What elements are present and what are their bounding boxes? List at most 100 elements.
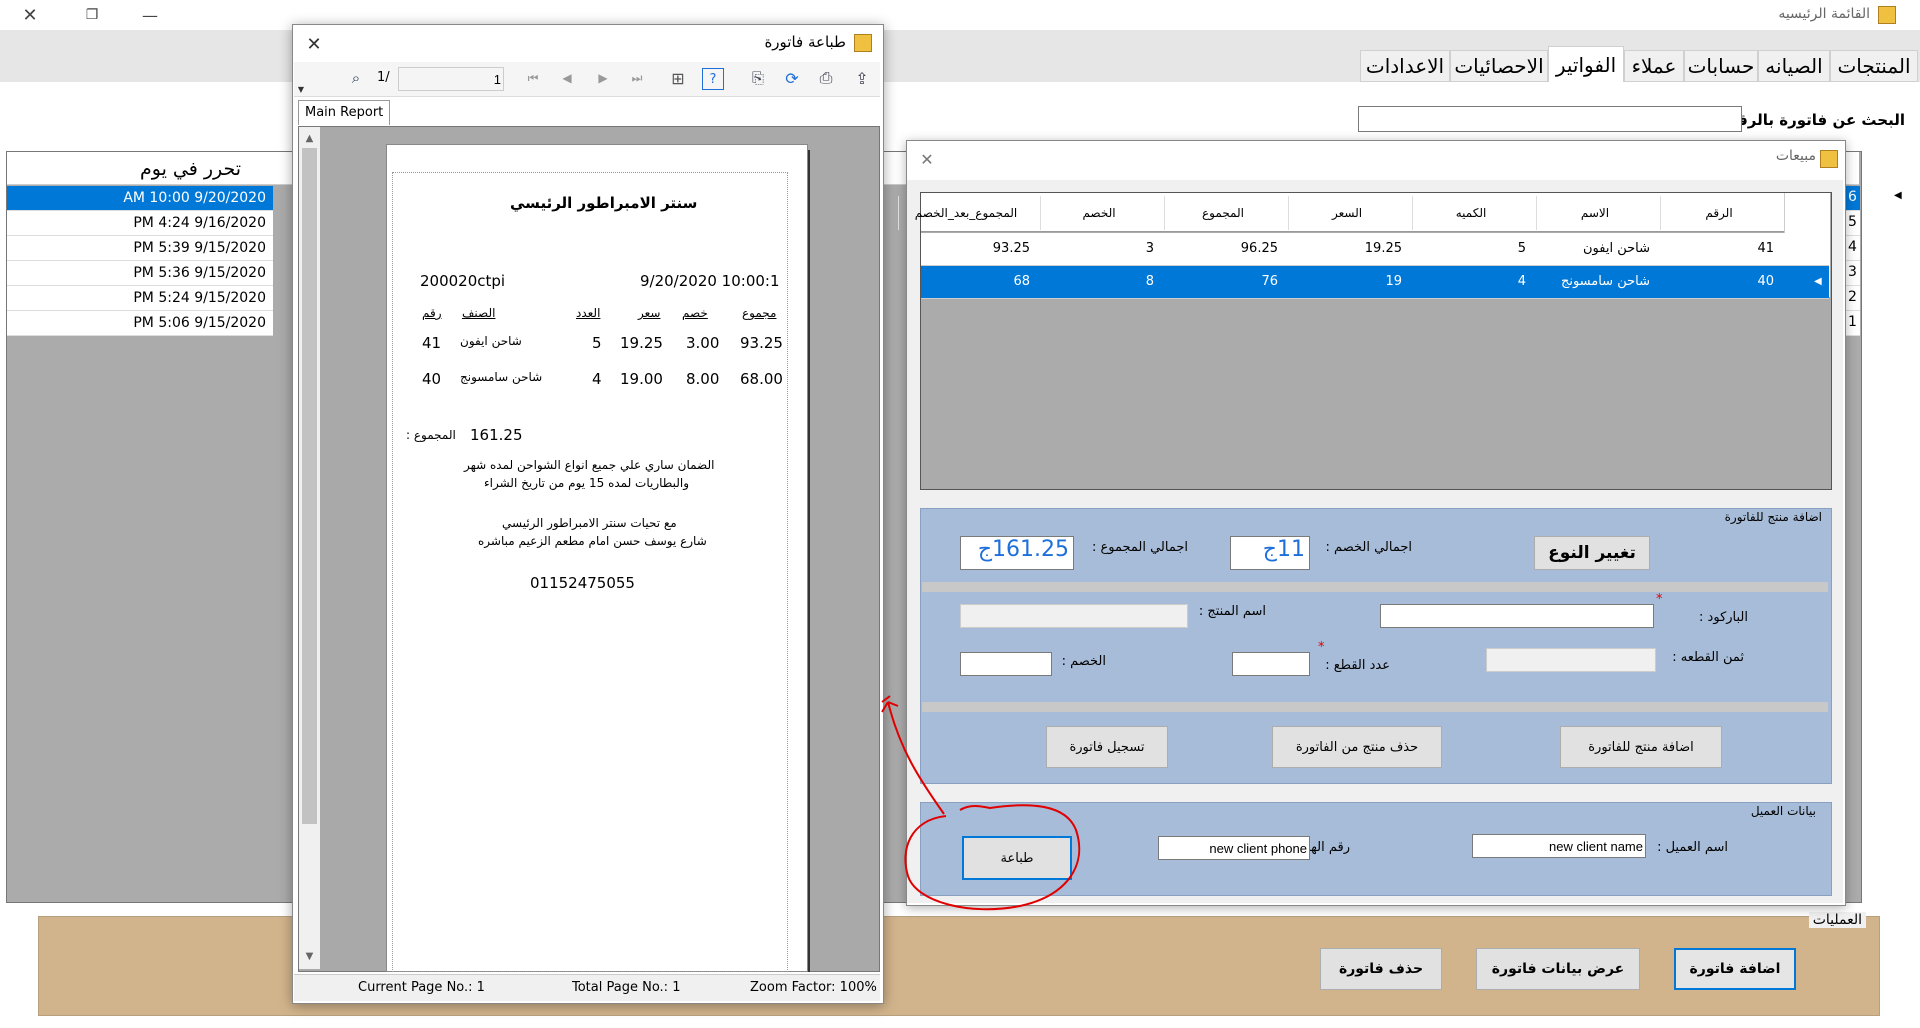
main-report-tab[interactable]: Main Report (298, 100, 391, 125)
invoice-row-date: PM 5:24 9/15/2020 (133, 290, 266, 306)
discount-label: الخصم : (1061, 654, 1106, 669)
viewer-scrollbar-thumb[interactable] (302, 148, 317, 824)
report-item-total: 68.00 (740, 370, 783, 388)
report-item-total: 93.25 (740, 334, 783, 352)
report-greet-1: مع تحيات سنتر الامبراطور الرئيسي (502, 516, 677, 530)
report-warranty-2: والبطاريات لمده 15 يوم من تاريخ الشراء (484, 476, 690, 490)
report-item-num: 41 (422, 334, 442, 352)
add-product-button[interactable]: اضافة منتج للفاتورة (1560, 726, 1722, 768)
report-shop-name: سنتر الامبراطور الرئيسي (510, 194, 698, 212)
toolbar-overflow-icon[interactable]: ▼ (296, 84, 306, 94)
qty-input[interactable] (1232, 652, 1310, 676)
sales-col-header[interactable]: المجموع_بعد_الخصم (898, 196, 1033, 230)
print-window-title: طباعة فاتورة (764, 33, 846, 51)
sales-col-header[interactable]: الكميه (1412, 196, 1529, 230)
sales-cell-total: 76 (1261, 274, 1278, 289)
sales-app-icon (1820, 150, 1838, 168)
delete-invoice-button[interactable]: حذف فاتورة (1320, 948, 1442, 990)
sales-cell-total: 96.25 (1240, 241, 1278, 256)
invoice-row-date: AM 10:00 9/20/2020 (123, 190, 266, 206)
last-page-icon[interactable]: ⏭ (628, 68, 646, 88)
page-number-input[interactable] (398, 67, 504, 91)
tab-clients[interactable]: عملاء (1624, 50, 1684, 82)
sales-cell-price: 19 (1385, 274, 1402, 289)
client-group-title: بيانات العميل (1750, 804, 1816, 818)
page-total: 1/ (377, 70, 390, 85)
sales-row-selector-icon: ◀ (1814, 276, 1822, 287)
report-item-num: 40 (422, 370, 442, 388)
tab-statistics[interactable]: الاحصائيات (1450, 50, 1548, 82)
main-window-title: القائمة الرئيسيه (1778, 6, 1870, 22)
sales-cell-discount: 3 (1145, 241, 1154, 256)
report-item-price: 19.25 (620, 334, 663, 352)
first-page-icon[interactable]: ⏮ (524, 68, 542, 88)
invoice-search-input[interactable] (1358, 106, 1742, 132)
page-setup-icon[interactable]: ⇪ (850, 66, 874, 90)
close-icon[interactable]: ✕ (18, 4, 42, 26)
tab-accounts[interactable]: حسابات (1684, 50, 1758, 82)
scroll-down-icon[interactable]: ▼ (302, 948, 317, 964)
sales-close-icon[interactable]: ✕ (916, 148, 938, 170)
grid-header-date: تحرر في يوم (140, 158, 242, 180)
sales-col-header[interactable]: المجموع (1164, 196, 1281, 230)
report-grand-total-label: المجموع : (406, 428, 456, 442)
client-phone-input[interactable] (1158, 836, 1310, 860)
report-col-name: الصنف (462, 306, 496, 320)
scroll-up-icon[interactable]: ▲ (302, 130, 317, 146)
red-annotation (881, 695, 1081, 911)
invoice-row-date: PM 5:06 9/15/2020 (133, 315, 266, 331)
report-item-name: شاحن سامسونج (460, 370, 543, 384)
add-invoice-button[interactable]: اضافة فاتورة (1674, 948, 1796, 990)
sales-cell-name: شاحن سامسونج (1560, 274, 1650, 289)
total-discount-display: 11ج (1230, 536, 1310, 570)
prev-page-icon[interactable]: ◀ (558, 68, 576, 88)
change-type-button[interactable]: تغيير النوع (1534, 536, 1650, 570)
qty-required-mark: * (1318, 640, 1325, 655)
report-col-discount: خصم (682, 306, 708, 320)
report-item-discount: 8.00 (686, 370, 720, 388)
status-total-page: Total Page No.: 1 (572, 980, 681, 995)
sales-cell-discount: 8 (1145, 274, 1154, 289)
invoice-row-num: 5 (1848, 214, 1857, 230)
export-icon[interactable]: ⎘ (746, 66, 770, 90)
printer-icon[interactable]: ⎙ (814, 66, 838, 90)
sales-col-header[interactable]: الاسم (1536, 196, 1653, 230)
search-label: البحث عن فاتورة بالرقم : (1714, 111, 1905, 129)
barcode-required-mark: * (1656, 592, 1663, 607)
invoice-row-date: PM 5:36 9/15/2020 (133, 265, 266, 281)
invoice-row-date: PM 4:24 9/16/2020 (133, 215, 266, 231)
sales-cell-net: 68 (1013, 274, 1030, 289)
tab-products[interactable]: المنتجات (1830, 50, 1918, 82)
report-item-price: 19.00 (620, 370, 663, 388)
restore-icon[interactable]: ❐ (80, 4, 104, 26)
client-name-input[interactable] (1472, 834, 1646, 858)
product-name-field (960, 604, 1188, 628)
sales-col-header[interactable]: الرقم (1660, 196, 1777, 230)
report-phone: 01152475055 (530, 574, 635, 592)
add-product-title: اضافة منتج للفاتورة (1724, 510, 1822, 524)
sales-cell-name: شاحن ايفون (1583, 241, 1650, 256)
print-close-icon[interactable]: ✕ (302, 32, 326, 56)
report-item-qty: 5 (592, 334, 602, 352)
next-page-icon[interactable]: ▶ (594, 68, 612, 88)
sales-col-header[interactable]: الخصم (1040, 196, 1157, 230)
group-tree-icon[interactable]: ⊞ (666, 66, 690, 90)
tab-invoices[interactable]: الفواتير (1548, 46, 1624, 82)
barcode-input[interactable] (1380, 604, 1654, 628)
tab-settings[interactable]: الاعدادات (1360, 50, 1450, 82)
show-invoice-button[interactable]: عرض بيانات فاتورة (1476, 948, 1640, 990)
sales-col-header[interactable]: السعر (1288, 196, 1405, 230)
delete-product-button[interactable]: حذف منتج من الفاتورة (1272, 726, 1442, 768)
find-icon[interactable]: ⌕ (346, 68, 366, 88)
invoice-row-num: 3 (1848, 264, 1857, 280)
refresh-icon[interactable]: ⟳ (780, 66, 804, 90)
help-icon[interactable]: ? (702, 68, 724, 90)
minimize-icon[interactable]: — (138, 4, 162, 26)
report-grand-total: 161.25 (470, 426, 523, 444)
status-zoom: Zoom Factor: 100% (750, 980, 877, 995)
main-titlebar (0, 0, 1920, 30)
sales-cell-net: 93.25 (992, 241, 1030, 256)
discount-input[interactable] (960, 652, 1052, 676)
tab-maintenance[interactable]: الصيانه (1758, 50, 1830, 82)
report-col-price: سعر (638, 306, 661, 320)
